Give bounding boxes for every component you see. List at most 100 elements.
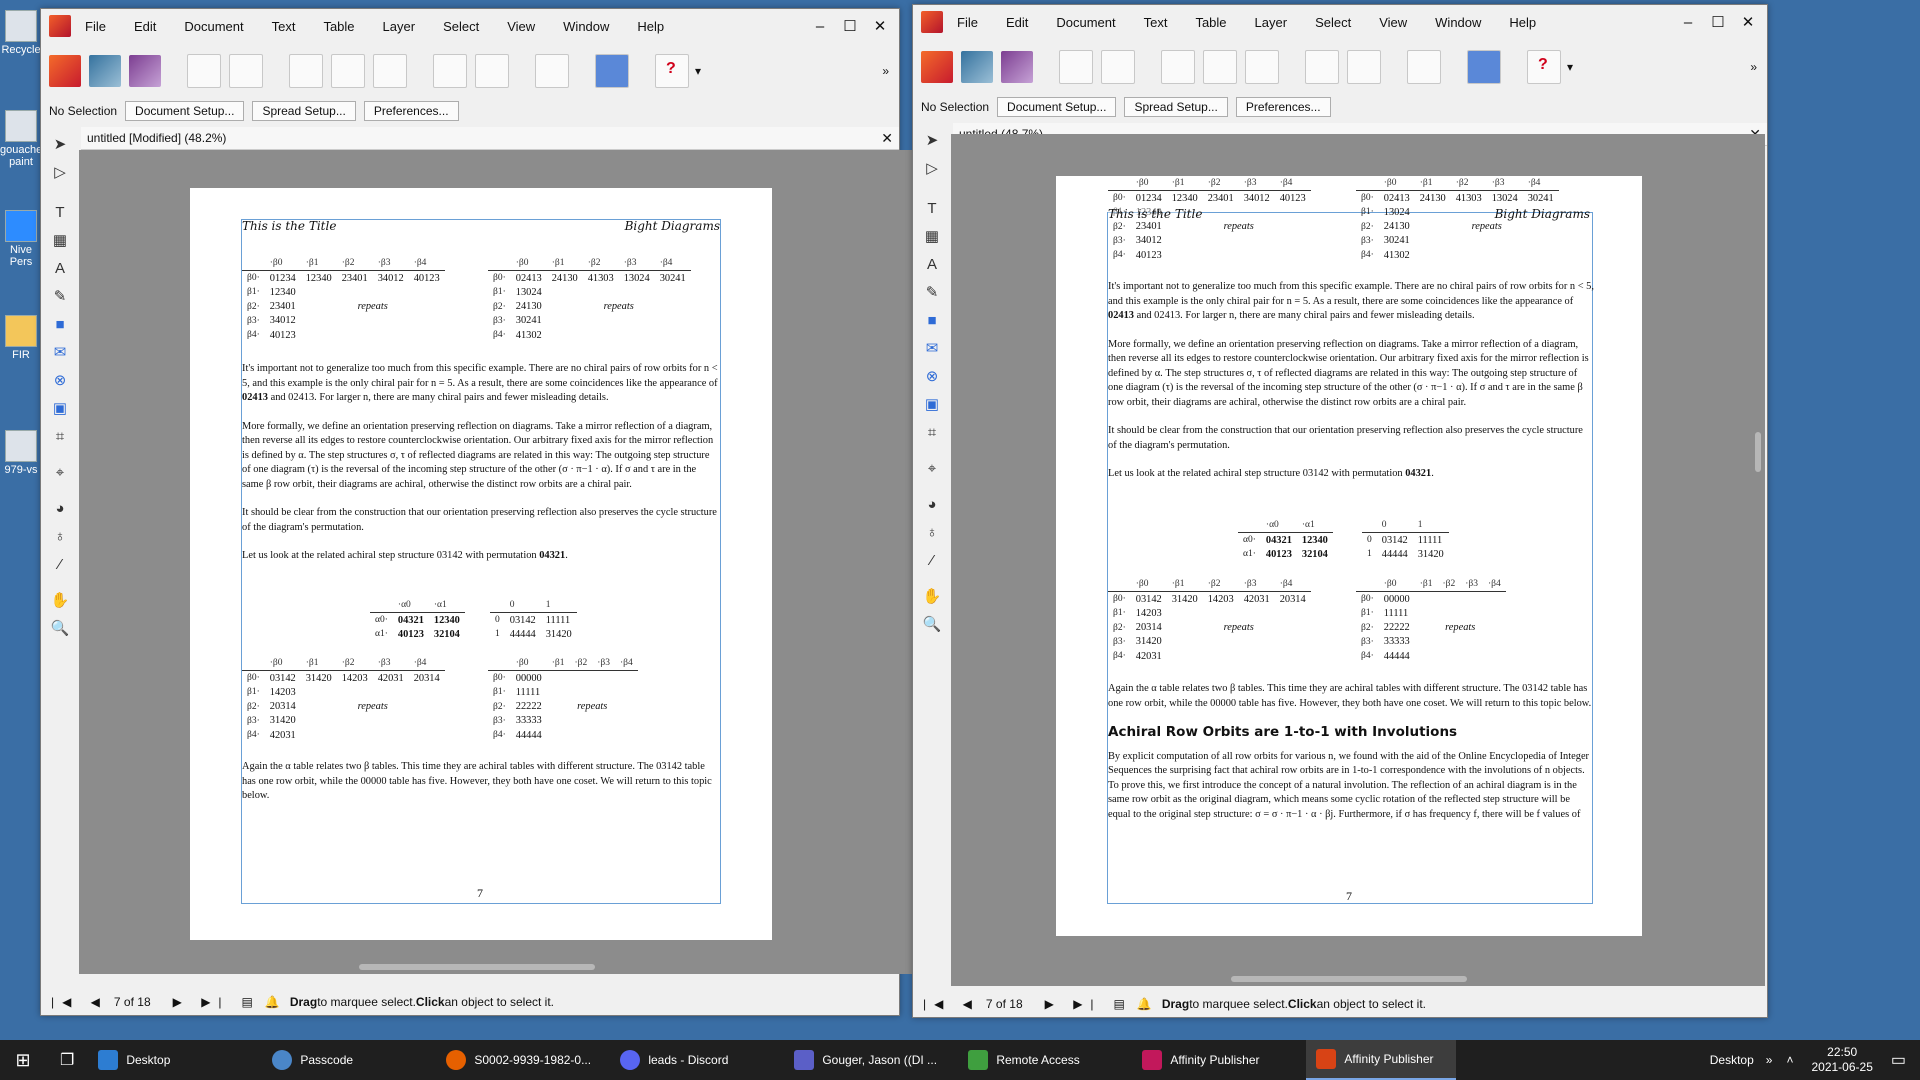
pin-icon[interactable] <box>433 54 467 88</box>
taskbar-item-affinity-publisher[interactable]: Affinity Publisher <box>1306 1040 1457 1080</box>
menu-table[interactable]: Table <box>323 19 354 34</box>
transparency-tool-icon[interactable]: ♁ <box>921 521 943 543</box>
chevron-down-icon[interactable]: ▾ <box>1567 60 1573 74</box>
taskbar-item-passcode[interactable]: Passcode <box>262 1040 432 1080</box>
desktop-icon-gouache[interactable]: gouache paint <box>0 110 42 168</box>
menu-select[interactable]: Select <box>443 19 479 34</box>
page-indicator[interactable]: 7 of 18 <box>986 997 1023 1011</box>
color-swatch-button[interactable] <box>1467 50 1501 84</box>
document-canvas[interactable]: This is the Title Bight Diagrams ·β0 ·β1 ·… <box>79 150 925 974</box>
crop-tool-icon[interactable]: ⌖ <box>49 461 71 483</box>
frame-text-tool-icon[interactable]: T <box>49 201 71 223</box>
pin-icon[interactable] <box>1305 50 1339 84</box>
publisher-persona-button[interactable] <box>49 55 81 87</box>
assets-button[interactable] <box>187 54 221 88</box>
publisher-persona-button[interactable] <box>921 51 953 83</box>
color-picker-tool-icon[interactable]: ⁄ <box>921 549 943 571</box>
menu-select[interactable]: Select <box>1315 15 1351 30</box>
menu-view[interactable]: View <box>1379 15 1407 30</box>
view-mode-preview-button[interactable] <box>373 54 407 88</box>
desktop-icon-recycle[interactable]: Recycle <box>0 10 42 56</box>
vector-crop-tool-icon[interactable]: ⌗ <box>921 421 943 443</box>
fill-tool-icon[interactable]: ◕ <box>921 493 943 515</box>
frame-text-tool-icon[interactable]: T <box>921 197 943 219</box>
help-icon[interactable] <box>1527 50 1561 84</box>
menu-help[interactable]: Help <box>1509 15 1536 30</box>
preflight-icon[interactable] <box>535 54 569 88</box>
text-frame-button[interactable] <box>1347 50 1381 84</box>
desktop-icon-979[interactable]: 979-vs <box>0 430 42 476</box>
menu-text[interactable]: Text <box>1144 15 1168 30</box>
place-image-tool-icon[interactable]: ▣ <box>921 393 943 415</box>
menu-help[interactable]: Help <box>637 19 664 34</box>
view-mode-normal-button[interactable] <box>1161 50 1195 84</box>
photo-persona-button[interactable] <box>1001 51 1033 83</box>
desktop-icon-nive[interactable]: Nive Pers <box>0 210 42 268</box>
menu-file[interactable]: File <box>85 19 106 34</box>
photo-persona-button[interactable] <box>129 55 161 87</box>
taskbar-item-firefox[interactable]: S0002-9939-1982-0... <box>436 1040 606 1080</box>
document-setup-button[interactable]: Document Setup... <box>125 101 245 121</box>
close-tab-icon[interactable]: ✕ <box>881 130 893 147</box>
minimize-icon[interactable]: – <box>805 18 835 35</box>
more-icon[interactable]: » <box>1750 60 1757 74</box>
notifications-icon[interactable]: ▭ <box>1891 1050 1906 1070</box>
table-tool-icon[interactable]: ▦ <box>921 225 943 247</box>
artistic-text-tool-icon[interactable]: A <box>49 257 71 279</box>
desktop-icon-fir[interactable]: FIR <box>0 315 42 361</box>
resources-button[interactable] <box>1101 50 1135 84</box>
fill-tool-icon[interactable]: ◕ <box>49 497 71 519</box>
document-canvas[interactable]: ·β0 ·β1 ·β2 ·β3 ·β4 β0· 01234 12340 23401 34012 4… <box>951 134 1765 986</box>
chevron-up-icon[interactable]: ˄ <box>1786 1053 1793 1067</box>
chevron-down-icon[interactable]: ▾ <box>695 64 701 78</box>
hand-tool-icon[interactable]: ✋ <box>921 585 943 607</box>
pages-panel-icon[interactable]: ▤ <box>1114 997 1125 1011</box>
page-forward-icon[interactable]: ▶ ▶| <box>173 995 230 1009</box>
maximize-icon[interactable]: ☐ <box>835 17 865 35</box>
help-icon[interactable] <box>655 54 689 88</box>
more-icon[interactable]: » <box>882 64 889 78</box>
menu-edit[interactable]: Edit <box>1006 15 1028 30</box>
menu-edit[interactable]: Edit <box>134 19 156 34</box>
menu-document[interactable]: Document <box>1056 15 1115 30</box>
vertical-scroll-thumb[interactable] <box>1755 432 1761 472</box>
spread-setup-button[interactable]: Spread Setup... <box>252 101 356 121</box>
preflight-icon[interactable] <box>1407 50 1441 84</box>
move-tool-icon[interactable]: ➤ <box>49 133 71 155</box>
color-picker-tool-icon[interactable]: ⁄ <box>49 553 71 575</box>
ellipse-frame-tool-icon[interactable]: ⊗ <box>49 369 71 391</box>
taskbar-item-desktop[interactable]: Desktop <box>88 1040 258 1080</box>
maximize-icon[interactable]: ☐ <box>1703 13 1733 31</box>
document-tab[interactable]: untitled [Modified] (48.2%) ✕ <box>81 127 899 150</box>
horizontal-scrollbar[interactable] <box>79 960 911 974</box>
menu-window[interactable]: Window <box>563 19 609 34</box>
zoom-tool-icon[interactable]: 🔍 <box>921 613 943 635</box>
view-mode-bleed-button[interactable] <box>1203 50 1237 84</box>
page-forward-icon[interactable]: ▶ ▶| <box>1045 997 1102 1011</box>
assets-button[interactable] <box>1059 50 1093 84</box>
clock[interactable]: 22:50 2021-06-25 <box>1811 1045 1872 1075</box>
menu-text[interactable]: Text <box>272 19 296 34</box>
tray-desktop-label[interactable]: Desktop <box>1710 1053 1754 1067</box>
spread-setup-button[interactable]: Spread Setup... <box>1124 97 1228 117</box>
taskbar-item-teams[interactable]: Gouger, Jason ((DI ... <box>784 1040 954 1080</box>
artistic-text-tool-icon[interactable]: A <box>921 253 943 275</box>
page-indicator[interactable]: 7 of 18 <box>114 995 151 1009</box>
designer-persona-button[interactable] <box>89 55 121 87</box>
move-tool-icon[interactable]: ➤ <box>921 129 943 151</box>
menu-view[interactable]: View <box>507 19 535 34</box>
rectangle-tool-icon[interactable]: ■ <box>921 309 943 331</box>
page-navigation-icon[interactable]: |◀ ◀ <box>51 995 108 1009</box>
menu-document[interactable]: Document <box>184 19 243 34</box>
menu-layer[interactable]: Layer <box>1255 15 1288 30</box>
transparency-tool-icon[interactable]: ♁ <box>49 525 71 547</box>
vector-crop-tool-icon[interactable]: ⌗ <box>49 425 71 447</box>
horizontal-scroll-thumb[interactable] <box>359 964 595 970</box>
task-view-button[interactable]: ❐ <box>50 1040 84 1080</box>
menu-file[interactable]: File <box>957 15 978 30</box>
view-mode-preview-button[interactable] <box>1245 50 1279 84</box>
rectangle-tool-icon[interactable]: ■ <box>49 313 71 335</box>
taskbar-item-affinity-publisher-beta[interactable]: Affinity Publisher <box>1132 1040 1302 1080</box>
close-icon[interactable]: ✕ <box>865 17 895 35</box>
preferences-button[interactable]: Preferences... <box>363 101 459 121</box>
